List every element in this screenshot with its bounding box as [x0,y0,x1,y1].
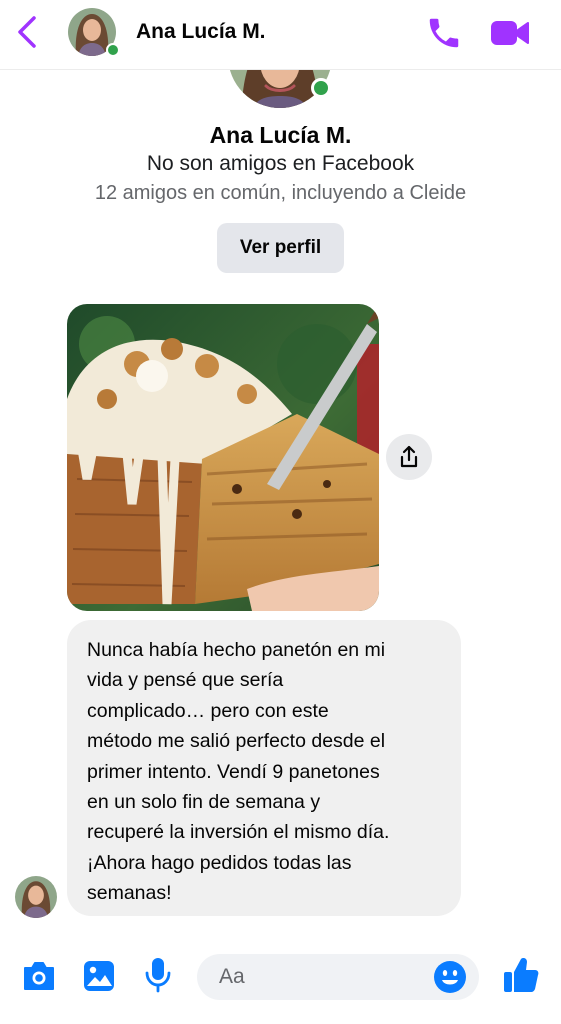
message-text-line: recuperé la inversión el mismo día. [87,821,390,844]
contact-name[interactable]: Ana Lucía M. [136,20,266,44]
message-text-line: método me salió perfecto desde el [87,730,386,753]
video-camera-icon [491,21,529,45]
chat-header: Ana Lucía M. [0,0,561,70]
back-chevron-icon [18,16,36,48]
microphone-icon [145,958,171,993]
message-bubble[interactable]: Nunca había hecho panetón en mi vida y p… [67,620,461,916]
friend-status-text: No son amigos en Facebook [146,152,415,175]
phone-icon [429,18,459,48]
message-text-line: semanas! [87,882,172,905]
profile-name: Ana Lucía M. [209,122,352,148]
message-photo[interactable] [67,304,379,611]
emoji-icon [434,961,466,993]
message-text-line: en un solo fin de semana y [87,791,321,814]
message-input[interactable] [219,954,419,1000]
camera-icon [24,962,54,990]
message-composer[interactable] [197,954,479,1000]
emoji-button[interactable] [433,960,467,994]
sender-avatar[interactable] [15,876,57,918]
online-status-indicator [106,43,120,57]
gallery-icon [84,961,114,991]
like-button[interactable] [502,956,540,994]
mutual-friends-text: 12 amigos en común, incluyendo a Cleide [94,182,467,204]
camera-button[interactable] [22,960,56,992]
voice-call-button[interactable] [424,14,464,52]
view-profile-button[interactable]: Ver perfil [217,223,344,273]
microphone-button[interactable] [143,956,173,994]
thumbs-up-icon [504,958,539,992]
gallery-button[interactable] [82,959,116,993]
share-icon [400,445,418,468]
message-text-line: vida y pensé que sería [87,669,284,692]
message-text-line: ¡Ahora hago pedidos todas las [87,851,352,874]
online-status-indicator [311,78,331,98]
message-text-line: primer intento. Vendí 9 panetones [87,760,380,783]
message-text-line: complicado… pero con este [87,699,329,722]
message-text-line: Nunca había hecho panetón en mi [87,639,386,661]
back-button[interactable] [12,14,44,50]
video-call-button[interactable] [490,16,530,50]
share-button[interactable] [386,434,432,480]
